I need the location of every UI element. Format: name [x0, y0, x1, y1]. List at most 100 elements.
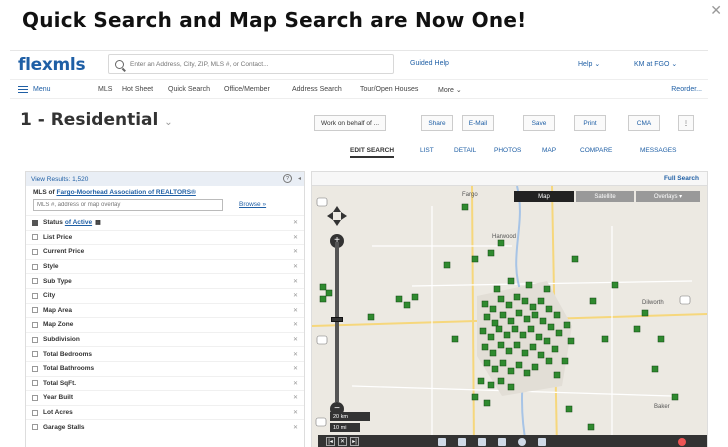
criteria-garage-stalls[interactable]: Garage Stalls ✕ — [26, 419, 304, 434]
close-icon[interactable]: ✕ — [710, 2, 722, 19]
criteria-subdivision[interactable]: Subdivision ✕ — [26, 331, 304, 347]
checkbox[interactable] — [32, 365, 38, 372]
first-page-icon[interactable]: |◂ — [326, 437, 335, 446]
hamburger-icon[interactable] — [18, 86, 28, 93]
tab-map[interactable]: MAP — [542, 147, 556, 154]
checkbox[interactable] — [32, 409, 38, 416]
page-title[interactable]: 1 - Residential ⌄ — [20, 110, 173, 130]
rectangle-tool-icon[interactable] — [498, 438, 506, 446]
pointer-tool-icon[interactable] — [458, 438, 466, 446]
work-on-behalf-button[interactable]: Work on behalf of ... — [314, 115, 386, 131]
radius-tool-icon[interactable] — [518, 438, 526, 446]
checkbox[interactable] — [32, 321, 38, 328]
tab-messages[interactable]: MESSAGES — [640, 147, 676, 154]
zoom-slider-handle[interactable] — [331, 317, 343, 322]
criteria-total-bathrooms[interactable]: Total Bathrooms ✕ — [26, 360, 304, 376]
remove-icon[interactable]: ✕ — [293, 424, 298, 431]
save-button[interactable]: Save — [523, 115, 555, 131]
criteria-map-zone[interactable]: Map Zone ✕ — [26, 317, 304, 332]
email-button[interactable]: E-Mail — [462, 115, 494, 131]
checkbox[interactable] — [32, 394, 38, 401]
reorder-link[interactable]: Reorder... — [671, 86, 702, 93]
checkbox[interactable] — [32, 424, 38, 431]
checkbox[interactable] — [32, 380, 38, 387]
collapse-icon[interactable]: ◂ — [298, 175, 301, 182]
tab-edit-search[interactable]: EDIT SEARCH — [350, 147, 395, 158]
info-icon[interactable]: ? — [283, 174, 292, 183]
checkbox[interactable] — [32, 278, 38, 285]
pan-control[interactable] — [327, 206, 347, 226]
remove-icon[interactable]: ✕ — [293, 336, 298, 343]
criteria-lot-acres[interactable]: Lot Acres ✕ — [26, 404, 304, 420]
overlays-dropdown[interactable]: Overlays ▾ — [636, 191, 700, 202]
map-canvas[interactable]: Fargo Harwood Dilworth Baker — [312, 186, 708, 447]
polygon-tool-icon[interactable] — [478, 438, 486, 446]
browse-link[interactable]: Browse » — [239, 201, 266, 208]
tab-list[interactable]: LIST — [420, 147, 434, 154]
status-value-link[interactable]: of Active — [65, 219, 92, 226]
checkbox[interactable] — [32, 292, 38, 299]
print-button[interactable]: Print — [574, 115, 606, 131]
criteria-sub-type[interactable]: Sub Type ✕ — [26, 273, 304, 288]
cma-button[interactable]: CMA — [628, 115, 660, 131]
criteria-year-built[interactable]: Year Built ✕ — [26, 390, 304, 405]
search-input[interactable] — [130, 60, 380, 68]
remove-icon[interactable]: ✕ — [293, 263, 298, 270]
tab-compare[interactable]: COMPARE — [580, 147, 612, 154]
search-box[interactable] — [108, 54, 394, 74]
checkbox[interactable] — [32, 336, 38, 343]
help-menu[interactable]: Help ⌄ — [578, 60, 600, 68]
criteria-status[interactable]: Status of Active ▦ ✕ — [26, 215, 304, 230]
nav-item-hot-sheet[interactable]: Hot Sheet — [122, 86, 153, 93]
remove-icon[interactable]: ✕ — [293, 321, 298, 328]
layers-tool-icon[interactable] — [538, 438, 546, 446]
remove-icon[interactable]: ✕ — [293, 380, 298, 387]
checkbox[interactable] — [32, 307, 38, 314]
map-view-button[interactable]: Map — [514, 191, 574, 202]
next-page-icon[interactable]: ▸| — [350, 437, 359, 446]
criteria-total-sqft[interactable]: Total SqFt. ✕ — [26, 375, 304, 391]
nav-item-address-search[interactable]: Address Search — [292, 86, 342, 93]
criteria-current-price[interactable]: Current Price ✕ — [26, 244, 304, 259]
tab-photos[interactable]: PHOTOS — [494, 147, 521, 154]
logo[interactable]: flexmls — [18, 55, 86, 75]
nav-item-tour-open-houses[interactable]: Tour/Open Houses — [360, 86, 418, 93]
select-tool-icon[interactable] — [438, 438, 446, 446]
nav-item-office-member[interactable]: Office/Member — [224, 86, 270, 93]
checkbox[interactable] — [32, 248, 38, 255]
calendar-icon[interactable]: ▦ — [95, 219, 101, 226]
color-picker-icon[interactable] — [678, 438, 686, 446]
share-button[interactable]: Share — [421, 115, 453, 131]
more-actions-button[interactable]: ⋮ — [678, 115, 694, 131]
criteria-map-area[interactable]: Map Area ✕ — [26, 302, 304, 318]
close-icon[interactable]: ✕ — [338, 437, 347, 446]
guided-help-link[interactable]: Guided Help — [410, 60, 449, 67]
checkbox[interactable] — [32, 219, 38, 226]
tab-detail[interactable]: DETAIL — [454, 147, 476, 154]
user-menu[interactable]: KM at FGO ⌄ — [634, 60, 677, 68]
remove-icon[interactable]: ✕ — [293, 278, 298, 285]
criteria-list-price[interactable]: List Price ✕ — [26, 229, 304, 245]
remove-icon[interactable]: ✕ — [293, 394, 298, 401]
menu-button[interactable]: Menu — [33, 86, 51, 93]
satellite-view-button[interactable]: Satellite — [576, 191, 634, 202]
mls-association-link[interactable]: Fargo-Moorhead Association of REALTORS® — [56, 189, 195, 196]
checkbox[interactable] — [32, 351, 38, 358]
criteria-style[interactable]: Style ✕ — [26, 258, 304, 274]
checkbox[interactable] — [32, 263, 38, 270]
zoom-slider[interactable] — [335, 242, 339, 402]
remove-icon[interactable]: ✕ — [293, 365, 298, 372]
view-results-link[interactable]: View Results: 1,520 — [31, 176, 88, 183]
remove-icon[interactable]: ✕ — [293, 248, 298, 255]
checkbox[interactable] — [32, 234, 38, 241]
remove-icon[interactable]: ✕ — [293, 351, 298, 358]
remove-icon[interactable]: ✕ — [293, 234, 298, 241]
criteria-city[interactable]: City ✕ — [26, 287, 304, 303]
full-search-link[interactable]: Full Search — [664, 175, 699, 182]
overlay-input[interactable] — [33, 199, 223, 211]
nav-item-mls[interactable]: MLS — [98, 86, 112, 93]
remove-icon[interactable]: ✕ — [293, 292, 298, 299]
nav-item-quick-search[interactable]: Quick Search — [168, 86, 210, 93]
nav-item-more[interactable]: More ⌄ — [438, 86, 462, 94]
remove-icon[interactable]: ✕ — [293, 409, 298, 416]
